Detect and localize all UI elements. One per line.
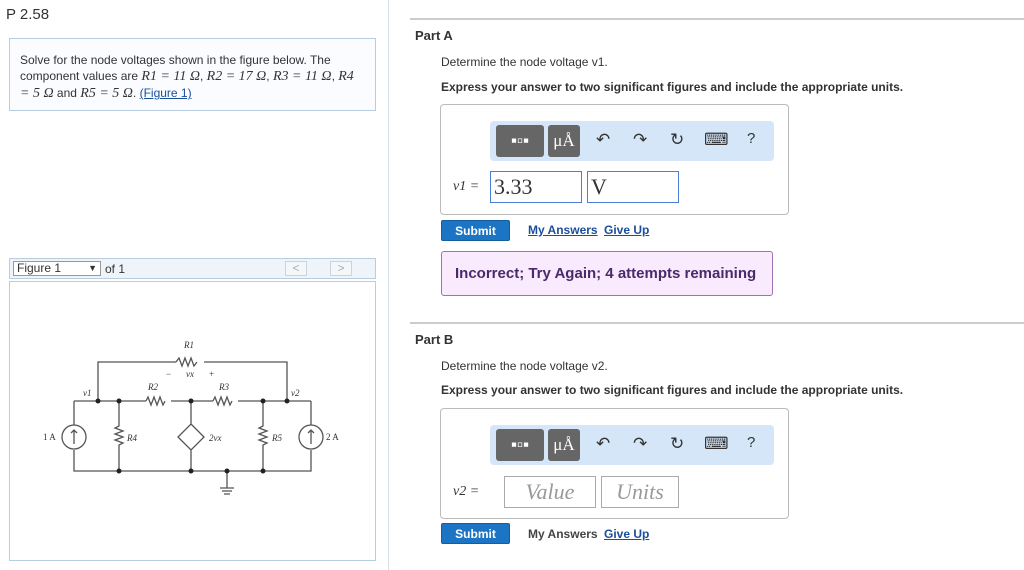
redo-icon[interactable]: ↷ <box>633 434 647 454</box>
units-input[interactable]: V <box>587 171 679 203</box>
part-a-question: Determine the node voltage v1. <box>441 55 608 69</box>
keyboard-icon[interactable]: ⌨ <box>704 434 729 454</box>
submit-button[interactable]: Submit <box>441 220 510 241</box>
give-up-link[interactable]: Give Up <box>604 223 649 237</box>
reset-icon[interactable]: ↻ <box>670 434 684 454</box>
part-b-question: Determine the node voltage v2. <box>441 359 608 373</box>
label-plus: + <box>209 369 214 379</box>
label-source-1a: 1 A <box>43 432 56 442</box>
part-b-instruction: Express your answer to two significant f… <box>441 383 904 397</box>
give-up-link[interactable]: Give Up <box>604 527 649 541</box>
part-b-answer-box: ▪▫▪ μÅ ↶ ↷ ↻ ⌨ ? v2 = Value Units <box>440 408 789 519</box>
label-vx: vx <box>186 369 194 379</box>
label-r5: R5 <box>271 433 282 443</box>
label-minus: − <box>166 369 171 379</box>
label-source-2a: 2 A <box>326 432 339 442</box>
units-button[interactable]: μÅ <box>548 125 580 157</box>
v1-label: v1 = <box>453 179 480 194</box>
feedback-message: Incorrect; Try Again; 4 attempts remaini… <box>441 251 773 296</box>
math-toolbar: ▪▫▪ μÅ ↶ ↷ ↻ ⌨ ? <box>490 425 774 465</box>
help-icon[interactable]: ? <box>747 130 755 147</box>
units-input[interactable]: Units <box>601 476 679 508</box>
value-input[interactable]: 3.33 <box>490 171 582 203</box>
problem-panel: P 2.58 Solve for the node voltages shown… <box>0 0 389 570</box>
templates-button[interactable]: ▪▫▪ <box>496 429 544 461</box>
divider <box>410 322 1024 324</box>
units-button[interactable]: μÅ <box>548 429 580 461</box>
label-r1: R1 <box>183 340 194 350</box>
circuit-diagram: R1 R2 R3 R4 R5 v1 v2 vx 2vx − + 1 A 2 A <box>43 340 339 495</box>
part-a-label: Part A <box>415 28 453 43</box>
label-r3: R3 <box>218 382 229 392</box>
math-toolbar: ▪▫▪ μÅ ↶ ↷ ↻ ⌨ ? <box>490 121 774 161</box>
my-answers-link[interactable]: My Answers <box>528 223 598 237</box>
value-input[interactable]: Value <box>504 476 596 508</box>
label-v1: v1 <box>83 388 92 398</box>
label-r2: R2 <box>147 382 158 392</box>
label-dependent-source: 2vx <box>209 433 222 443</box>
help-icon[interactable]: ? <box>747 434 755 451</box>
redo-icon[interactable]: ↷ <box>633 130 647 150</box>
undo-icon[interactable]: ↶ <box>596 434 610 454</box>
v2-label: v2 = <box>453 484 480 499</box>
undo-icon[interactable]: ↶ <box>596 130 610 150</box>
templates-icon: ▪▫▪ <box>510 435 530 454</box>
figure-panel: R1 R2 R3 R4 R5 v1 v2 vx 2vx − + 1 A 2 A <box>9 281 376 561</box>
part-b-label: Part B <box>415 332 454 347</box>
label-r4: R4 <box>126 433 137 443</box>
reset-icon[interactable]: ↻ <box>670 130 684 150</box>
submit-button[interactable]: Submit <box>441 523 510 544</box>
keyboard-icon[interactable]: ⌨ <box>704 130 729 150</box>
templates-button[interactable]: ▪▫▪ <box>496 125 544 157</box>
templates-icon: ▪▫▪ <box>510 131 530 150</box>
divider <box>410 18 1024 20</box>
part-a-instruction: Express your answer to two significant f… <box>441 80 904 94</box>
label-v2: v2 <box>291 388 300 398</box>
my-answers-link[interactable]: My Answers <box>528 527 598 541</box>
part-a-answer-box: ▪▫▪ μÅ ↶ ↷ ↻ ⌨ ? v1 = 3.33 V <box>440 104 789 215</box>
